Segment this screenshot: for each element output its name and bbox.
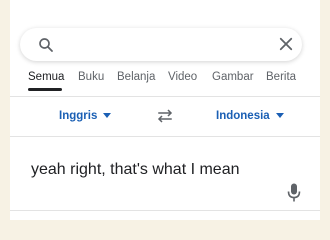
tab-berita[interactable]: Berita [266,71,296,83]
source-text-input[interactable]: yeah right, that's what I mean [31,161,240,179]
target-language-select[interactable]: Indonesia [216,110,284,122]
tab-belanja[interactable]: Belanja [117,71,155,83]
swap-arrows-icon[interactable] [156,108,174,124]
source-language-select[interactable]: Inggris [59,110,112,122]
divider [10,136,320,137]
divider [10,210,320,211]
microphone-icon[interactable] [287,183,301,203]
tab-buku[interactable]: Buku [78,71,104,83]
active-tab-indicator [28,88,62,91]
tab-semua[interactable]: Semua [28,71,64,83]
close-icon[interactable] [277,35,295,53]
target-language-label: Indonesia [216,110,270,122]
search-icon [39,38,53,52]
chevron-down-icon [275,113,284,119]
divider [10,96,320,97]
source-language-label: Inggris [59,110,98,122]
tab-video[interactable]: Video [168,71,197,83]
search-bar[interactable] [20,28,302,61]
tab-gambar[interactable]: Gambar [212,71,254,83]
chevron-down-icon [103,113,112,119]
